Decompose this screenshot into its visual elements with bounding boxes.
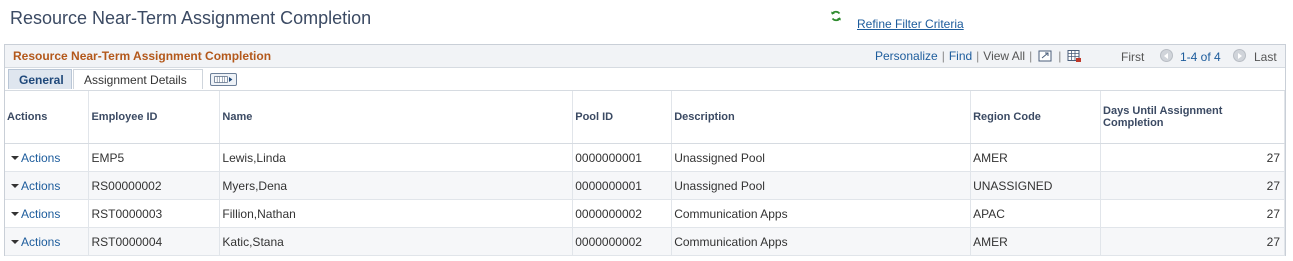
- actions-cell: Actions: [5, 171, 90, 200]
- separator: |: [941, 49, 945, 63]
- column-header[interactable]: Region Code: [970, 91, 1102, 144]
- actions-menu-link[interactable]: Actions: [7, 207, 60, 221]
- table-row: Actions EMP5 Lewis,Linda 0000000001 Unas…: [5, 143, 1285, 172]
- column-header: Actions: [5, 91, 90, 144]
- actions-cell: Actions: [5, 143, 90, 172]
- actions-cell: Actions: [5, 199, 90, 228]
- show-all-columns-icon[interactable]: [210, 73, 237, 86]
- employee-id-cell: RS00000002: [88, 171, 221, 200]
- personalize-link[interactable]: Personalize: [875, 49, 938, 63]
- days-cell: 27: [1100, 227, 1285, 256]
- description-cell: Unassigned Pool: [671, 143, 972, 172]
- description-cell: Communication Apps: [671, 227, 972, 256]
- pool-id-cell: 0000000001: [572, 143, 673, 172]
- column-header[interactable]: Description: [671, 91, 972, 144]
- region-code-cell: AMER: [970, 227, 1102, 256]
- separator: |: [1029, 49, 1033, 63]
- name-cell: Myers,Dena: [219, 171, 574, 200]
- grid-header: Resource Near-Term Assignment Completion…: [5, 45, 1285, 68]
- region-code-cell: UNASSIGNED: [970, 171, 1102, 200]
- table-row: Actions RST0000003 Fillion,Nathan 000000…: [5, 199, 1285, 228]
- region-code-cell: APAC: [970, 199, 1102, 228]
- separator: |: [1058, 49, 1062, 63]
- column-header[interactable]: Employee ID: [88, 91, 221, 144]
- download-grid-icon[interactable]: [1067, 50, 1082, 62]
- description-cell: Unassigned Pool: [671, 171, 972, 200]
- first-label: First: [1121, 50, 1145, 64]
- prev-arrow-icon[interactable]: [1160, 49, 1173, 62]
- column-header[interactable]: Days Until Assignment Completion: [1100, 91, 1285, 144]
- page-title: Resource Near-Term Assignment Completion: [10, 8, 372, 28]
- name-cell: Fillion,Nathan: [219, 199, 574, 228]
- employee-id-cell: RST0000004: [88, 227, 221, 256]
- last-label: Last: [1254, 50, 1277, 64]
- grid-nav: Personalize | Find | View All | |: [875, 49, 1083, 63]
- table-row: Actions RST0000004 Katic,Stana 000000000…: [5, 227, 1285, 256]
- next-arrow-icon[interactable]: [1233, 49, 1246, 62]
- actions-menu-link[interactable]: Actions: [7, 151, 60, 165]
- find-link[interactable]: Find: [949, 49, 972, 63]
- refine-filter-link[interactable]: Refine Filter Criteria: [857, 17, 964, 31]
- refresh-icon[interactable]: [829, 9, 843, 23]
- separator: |: [976, 49, 980, 63]
- pool-id-cell: 0000000002: [572, 227, 673, 256]
- name-cell: Lewis,Linda: [219, 143, 574, 172]
- actions-menu-link[interactable]: Actions: [7, 179, 60, 193]
- row-range: 1-4 of 4: [1180, 50, 1221, 64]
- column-header[interactable]: Pool ID: [572, 91, 673, 144]
- results-grid: Resource Near-Term Assignment Completion…: [4, 44, 1286, 256]
- tab-strip: General Assignment Details: [5, 68, 1285, 91]
- days-cell: 27: [1100, 199, 1285, 228]
- table-row: Actions RS00000002 Myers,Dena 0000000001…: [5, 171, 1285, 200]
- employee-id-cell: RST0000003: [88, 199, 221, 228]
- grid-title: Resource Near-Term Assignment Completion: [13, 49, 272, 63]
- days-cell: 27: [1100, 143, 1285, 172]
- pool-id-cell: 0000000002: [572, 199, 673, 228]
- view-all-link[interactable]: View All: [983, 49, 1025, 63]
- zoom-window-icon[interactable]: [1038, 50, 1052, 62]
- name-cell: Katic,Stana: [219, 227, 574, 256]
- region-code-cell: AMER: [970, 143, 1102, 172]
- table-header-row: Actions Employee ID Name Pool ID Descrip…: [5, 91, 1285, 144]
- pool-id-cell: 0000000001: [572, 171, 673, 200]
- days-cell: 27: [1100, 171, 1285, 200]
- results-table: Actions Employee ID Name Pool ID Descrip…: [5, 91, 1285, 256]
- actions-menu-link[interactable]: Actions: [7, 235, 60, 249]
- actions-cell: Actions: [5, 227, 90, 256]
- employee-id-cell: EMP5: [88, 143, 221, 172]
- column-header[interactable]: Name: [219, 91, 574, 144]
- tab-general[interactable]: General: [8, 69, 72, 89]
- description-cell: Communication Apps: [671, 199, 972, 228]
- tab-assignment-details[interactable]: Assignment Details: [73, 69, 203, 89]
